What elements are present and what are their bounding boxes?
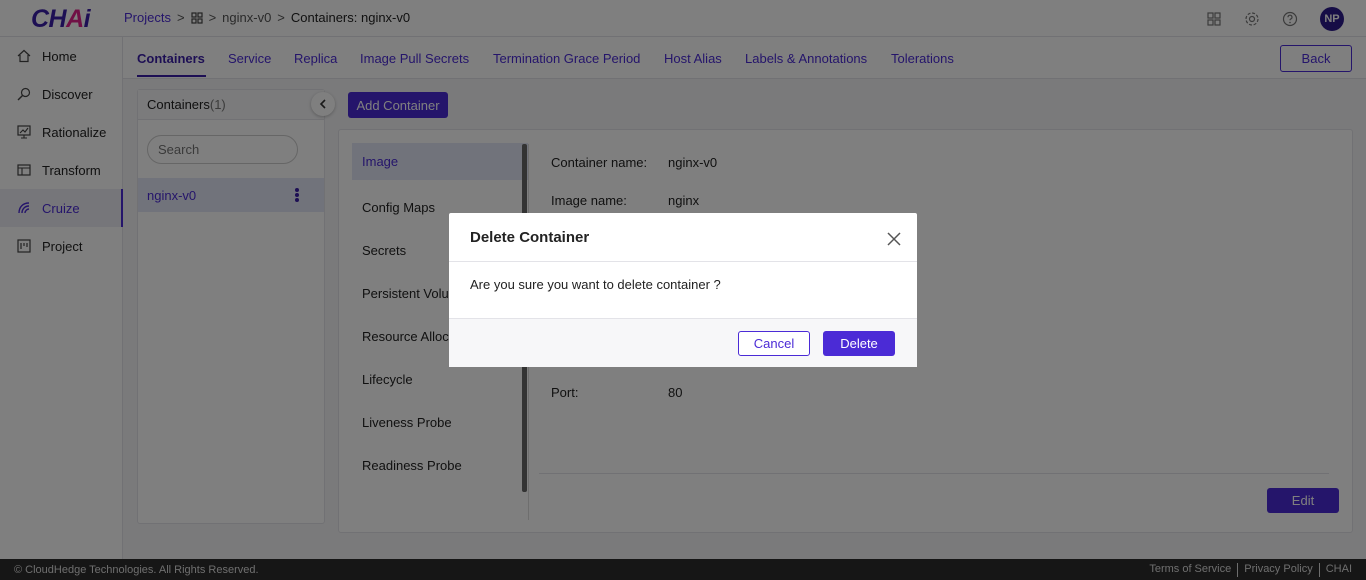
delete-button[interactable]: Delete xyxy=(823,331,895,356)
cancel-button[interactable]: Cancel xyxy=(738,331,810,356)
delete-container-dialog: Delete Container Are you sure you want t… xyxy=(449,213,917,367)
close-icon[interactable] xyxy=(887,232,901,246)
dialog-footer: Cancel Delete xyxy=(449,318,917,367)
dialog-title: Delete Container xyxy=(470,229,590,246)
dialog-message: Are you sure you want to delete containe… xyxy=(470,277,721,292)
dialog-divider xyxy=(449,261,917,262)
